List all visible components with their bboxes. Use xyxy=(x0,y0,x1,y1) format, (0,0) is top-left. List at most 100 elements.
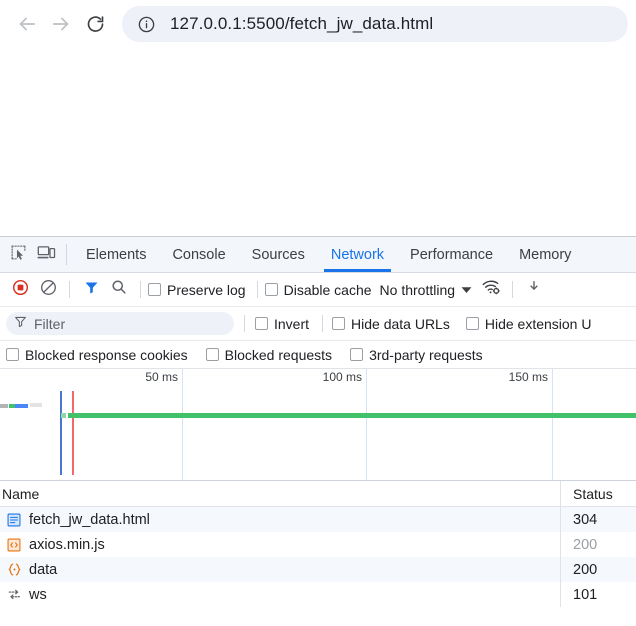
hide-extension-urls-checkbox[interactable]: Hide extension U xyxy=(465,316,591,332)
network-overview[interactable]: 50 ms 100 ms 150 ms xyxy=(0,369,636,481)
blocked-requests-checkbox[interactable]: Blocked requests xyxy=(205,346,333,363)
load-event-line xyxy=(72,391,74,475)
back-button[interactable] xyxy=(10,7,44,41)
throttling-select-value[interactable]: No throttling xyxy=(380,282,455,298)
blocked-response-cookies-checkbox[interactable]: Blocked response cookies xyxy=(6,347,188,363)
timeline-tick-label: 150 ms xyxy=(508,370,548,384)
tab-label: Network xyxy=(330,246,385,263)
request-name-cell[interactable]: fetch_jw_data.html xyxy=(0,512,560,528)
checkbox-box xyxy=(350,348,364,361)
tabbar-divider xyxy=(66,244,67,265)
overview-network-bar xyxy=(68,413,636,418)
table-row[interactable]: axios.min.js 200 xyxy=(0,532,636,557)
blocked-requests-label: Blocked requests xyxy=(224,346,333,363)
address-bar[interactable]: 127.0.0.1:5500/fetch_jw_data.html xyxy=(122,6,628,42)
tab-label: Memory xyxy=(519,246,572,263)
request-name-text: axios.min.js xyxy=(29,536,105,553)
timeline-gridline xyxy=(182,369,183,480)
network-filter-bar-2: Blocked response cookies Blocked request… xyxy=(0,341,636,369)
blocked-response-cookies-label: Blocked response cookies xyxy=(25,346,188,363)
tab-label: Console xyxy=(172,246,226,263)
column-header-status[interactable]: Status xyxy=(560,481,636,507)
wifi-settings-icon xyxy=(482,279,501,300)
toggle-filter-button[interactable] xyxy=(77,276,105,304)
checkbox-box xyxy=(6,348,19,361)
table-row[interactable]: fetch_jw_data.html 304 xyxy=(0,507,636,532)
timeline-gridline xyxy=(366,369,367,480)
filter-funnel-icon xyxy=(14,315,27,333)
forward-button[interactable] xyxy=(44,7,78,41)
checkbox-box xyxy=(148,283,161,296)
request-status-cell: 101 xyxy=(560,582,636,607)
clear-button[interactable] xyxy=(34,276,62,304)
reload-button[interactable] xyxy=(78,7,112,41)
chevron-down-icon[interactable] xyxy=(455,286,477,294)
reload-icon xyxy=(85,14,106,35)
disable-cache-label: Disable cache xyxy=(283,281,372,298)
third-party-requests-label: 3rd-party requests xyxy=(369,346,483,363)
overview-mini-bar xyxy=(0,404,8,408)
arrow-right-icon xyxy=(50,13,72,35)
search-button[interactable] xyxy=(105,276,133,304)
import-har-button[interactable] xyxy=(520,276,548,304)
tab-label: Sources xyxy=(251,246,305,263)
inspect-element-button[interactable] xyxy=(4,237,32,272)
disable-cache-checkbox[interactable]: Disable cache xyxy=(264,281,372,298)
timeline-gridline xyxy=(552,369,553,480)
requests-table-header: Name Status xyxy=(0,481,636,507)
tab-console[interactable]: Console xyxy=(159,237,238,272)
url-text: 127.0.0.1:5500/fetch_jw_data.html xyxy=(170,14,434,33)
devtools-panel: Elements Console Sources Network Perform… xyxy=(0,236,636,626)
toolbar-divider-4 xyxy=(512,281,514,298)
arrow-left-icon xyxy=(16,13,38,35)
preserve-log-checkbox[interactable]: Preserve log xyxy=(148,282,246,298)
tab-label: Elements xyxy=(86,246,147,263)
filter-input[interactable]: Filter xyxy=(6,312,234,335)
hide-data-urls-label: Hide data URLs xyxy=(351,315,450,332)
tab-memory[interactable]: Memory xyxy=(506,237,584,272)
invert-checkbox[interactable]: Invert xyxy=(255,316,309,332)
request-name-text: fetch_jw_data.html xyxy=(29,511,150,528)
timeline-tick-label: 100 ms xyxy=(322,370,362,384)
device-toolbar-button[interactable] xyxy=(32,237,60,272)
tab-sources[interactable]: Sources xyxy=(239,237,318,272)
network-toolbar: Preserve log Disable cache No throttling xyxy=(0,273,636,307)
request-name-cell[interactable]: data xyxy=(0,562,560,578)
overview-network-bar xyxy=(61,413,66,418)
hide-data-urls-checkbox[interactable]: Hide data URLs xyxy=(332,316,450,332)
request-name-cell[interactable]: axios.min.js xyxy=(0,537,560,553)
tab-performance[interactable]: Performance xyxy=(397,237,506,272)
preserve-log-label: Preserve log xyxy=(167,281,246,298)
request-status-cell: 200 xyxy=(560,532,636,557)
request-status-cell: 304 xyxy=(560,507,636,532)
toolbar-divider xyxy=(69,281,70,298)
request-name-cell[interactable]: ws xyxy=(0,587,560,603)
browser-toolbar: 127.0.0.1:5500/fetch_jw_data.html xyxy=(0,0,636,48)
invert-label: Invert xyxy=(274,315,310,332)
timeline-tick-label: 50 ms xyxy=(145,370,178,384)
json-icon xyxy=(6,562,22,578)
tab-network[interactable]: Network xyxy=(318,237,397,272)
filterbar-divider xyxy=(244,315,245,332)
network-conditions-button[interactable] xyxy=(477,276,505,304)
table-row[interactable]: ws 101 xyxy=(0,582,636,607)
tab-elements[interactable]: Elements xyxy=(73,237,159,272)
inspect-element-icon xyxy=(10,244,27,266)
info-circle-icon[interactable] xyxy=(134,12,158,36)
search-icon xyxy=(111,279,127,300)
request-name-text: ws xyxy=(29,586,47,603)
toolbar-divider-3 xyxy=(256,281,258,298)
request-status-cell: 200 xyxy=(560,557,636,582)
third-party-requests-checkbox[interactable]: 3rd-party requests xyxy=(350,347,483,363)
devtools-tabbar: Elements Console Sources Network Perform… xyxy=(0,237,636,273)
table-row[interactable]: data 200 xyxy=(0,557,636,582)
page-viewport xyxy=(0,48,636,236)
record-stop-icon xyxy=(12,279,29,301)
checkbox-box xyxy=(332,317,346,330)
checkbox-box xyxy=(255,317,268,330)
column-header-name[interactable]: Name xyxy=(0,486,560,502)
device-toolbar-icon xyxy=(36,244,56,266)
record-button[interactable] xyxy=(6,276,34,304)
overview-mini-bar xyxy=(30,403,42,407)
clear-prohibit-icon xyxy=(40,279,57,301)
